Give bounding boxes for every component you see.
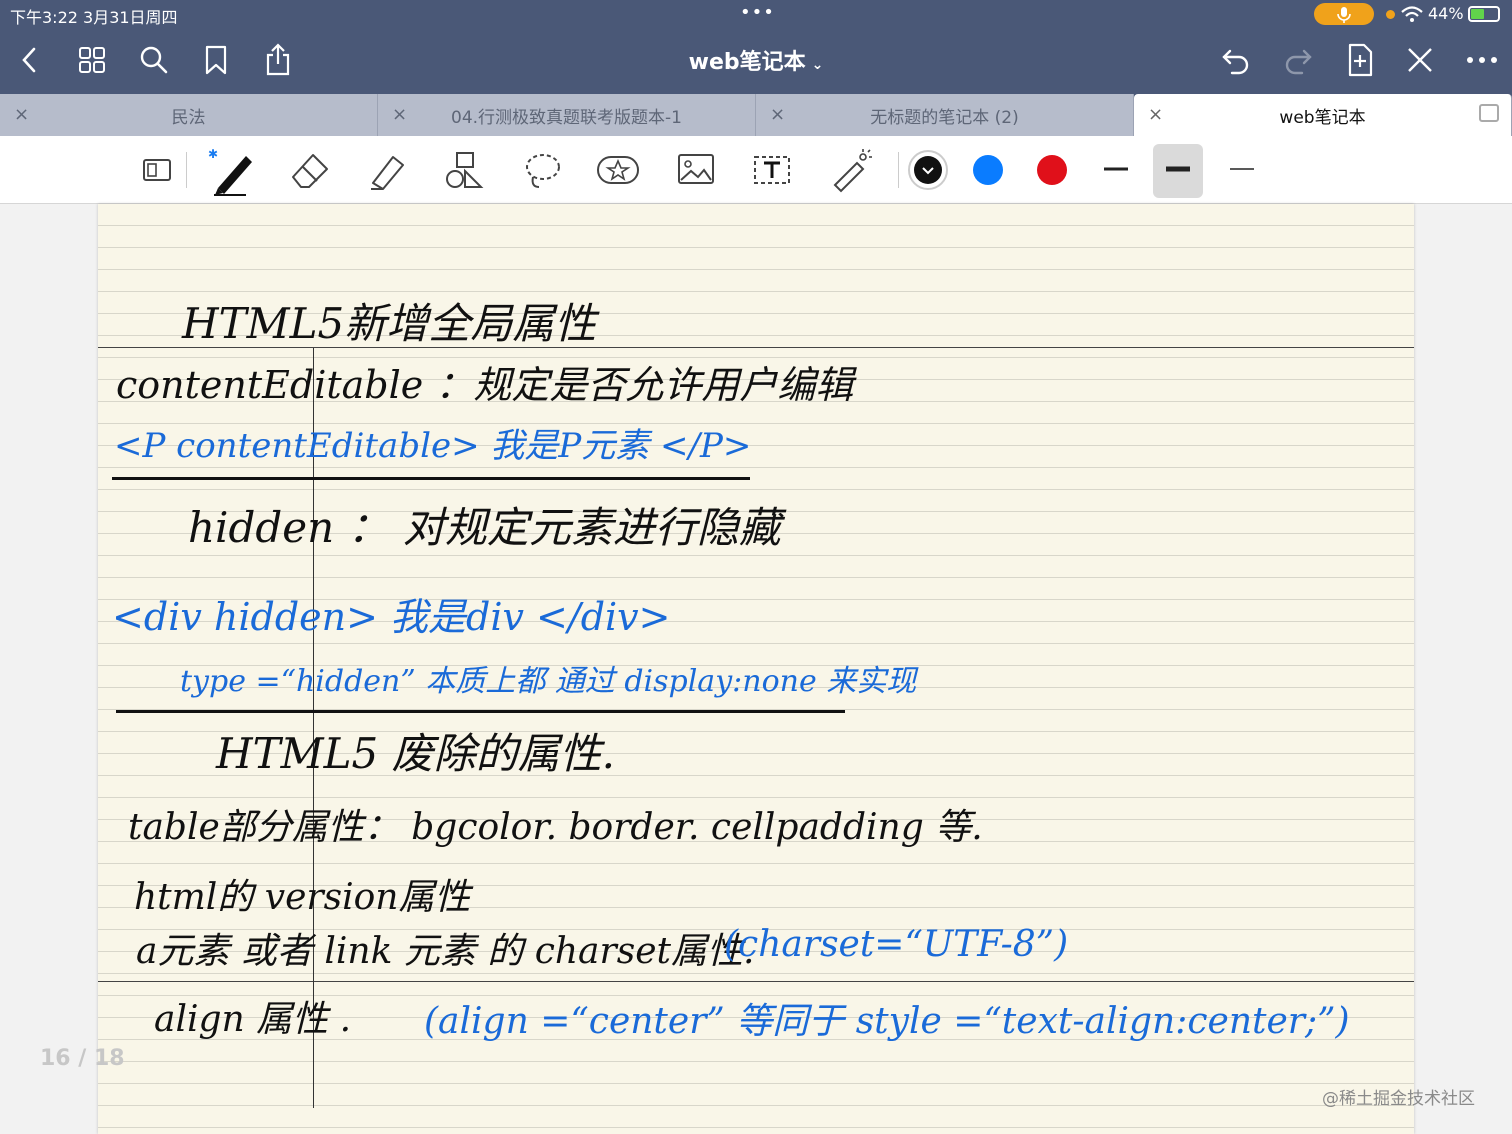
lasso-icon (526, 154, 560, 188)
note-line: hidden ： 对规定元素进行隐藏 (188, 503, 781, 552)
tab-civil-law[interactable]: × 民法 (0, 94, 378, 136)
image-icon (678, 154, 714, 184)
note-line: html的 version属性 (134, 877, 471, 918)
note-line: (align =“center” 等同于 style =“text-align:… (424, 1001, 1350, 1042)
stroke-medium-icon (1104, 167, 1128, 171)
svg-text:✱: ✱ (208, 147, 218, 161)
page-indicator: 16 / 18 (40, 1046, 125, 1071)
tab-label: 无标题的笔记本 (2) (870, 107, 1019, 128)
redo-icon (1285, 49, 1312, 75)
undo-icon (1222, 49, 1249, 75)
sticker-tool[interactable] (594, 146, 642, 194)
color-swatch-black (914, 156, 942, 184)
pen-cross-icon (1408, 48, 1432, 72)
tab-label: web笔记本 (1279, 107, 1366, 128)
microphone-icon (1337, 7, 1351, 23)
lasso-tool[interactable] (518, 146, 566, 194)
close-icon[interactable]: × (770, 104, 785, 125)
notebook-title-text: web笔记本 (688, 50, 806, 75)
battery-icon (1468, 6, 1500, 22)
note-line: <div hidden> 我是div </div> (112, 595, 671, 639)
close-icon[interactable]: × (14, 104, 29, 125)
tab-bar: × 民法 × 04.行测极致真题联考版题本-1 × 无标题的笔记本 (2) × … (0, 90, 1512, 136)
text-box-icon (754, 156, 790, 184)
toolbar-divider (898, 152, 899, 188)
color-red[interactable] (1037, 155, 1067, 185)
more-button[interactable] (1460, 38, 1504, 82)
highlighter-tool[interactable] (364, 146, 412, 194)
color-black-selected[interactable] (908, 150, 948, 190)
battery-percent: 44% (1428, 4, 1464, 23)
highlighter-icon (371, 156, 404, 190)
pen-settings-button[interactable] (1398, 38, 1442, 82)
undo-button[interactable] (1214, 38, 1258, 82)
page-layout-button[interactable] (132, 146, 180, 194)
image-tool[interactable] (672, 146, 720, 194)
sticker-icon (597, 156, 639, 184)
note-line: type =“hidden” 本质上都 通过 display:none 来实现 (180, 664, 917, 699)
tab-label: 04.行测极致真题联考版题本-1 (451, 107, 682, 128)
watermark: @稀土掘金技术社区 (1322, 1089, 1475, 1109)
heading-html5-global-attrs: HTML5新增全局属性 (182, 299, 597, 348)
ink-divider (112, 477, 750, 480)
stroke-thick-icon (1166, 166, 1190, 172)
toolbar-divider (186, 152, 187, 188)
status-time: 下午3:22 3月31日周四 (10, 8, 178, 27)
tab-untitled-notebook[interactable]: × 无标题的笔记本 (2) (756, 94, 1134, 136)
add-page-button[interactable] (1338, 38, 1382, 82)
laser-pointer-tool[interactable] (826, 146, 874, 194)
close-icon[interactable]: × (392, 104, 407, 125)
nav-bar: web笔记本 ⌄ (0, 30, 1512, 90)
shapes-icon (446, 152, 484, 188)
laser-pointer-icon (833, 149, 872, 193)
status-bar: 下午3:22 3月31日周四 ••• 44% (0, 0, 1512, 30)
multitask-dots[interactable]: ••• (740, 2, 775, 23)
recording-dot (1386, 10, 1395, 19)
split-view-icon[interactable] (1479, 104, 1499, 122)
tab-exam-book[interactable]: × 04.行测极致真题联考版题本-1 (378, 94, 756, 136)
pen-icon: ✱ (208, 147, 252, 196)
color-blue[interactable] (973, 155, 1003, 185)
note-line: (charset=“UTF-8”) (724, 924, 1069, 965)
chevron-down-icon: ⌄ (811, 57, 824, 73)
drawing-toolbar: ✱ (0, 136, 1512, 204)
ink-divider (116, 710, 845, 713)
note-line: align 属性 . (154, 999, 352, 1040)
note-page[interactable]: HTML5新增全局属性 contentEditable ：规定是否允许用户编辑 … (98, 204, 1414, 1134)
microphone-indicator (1314, 3, 1374, 25)
close-icon[interactable]: × (1148, 104, 1163, 125)
shape-tool[interactable] (440, 146, 488, 194)
more-icon (1467, 57, 1497, 63)
stroke-thin-icon (1230, 168, 1254, 170)
note-line: contentEditable ：规定是否允许用户编辑 (116, 363, 854, 407)
stroke-thick-button[interactable] (1153, 144, 1203, 198)
note-line: table部分属性： bgcolor. border. cellpadding … (128, 807, 983, 848)
wifi-icon (1400, 3, 1424, 29)
text-tool[interactable] (748, 146, 796, 194)
note-line: <P contentEditable> 我是P元素 </P> (114, 426, 752, 466)
pen-tool[interactable]: ✱ (206, 146, 254, 196)
eraser-icon (292, 154, 328, 188)
redo-button[interactable] (1276, 38, 1320, 82)
ruled-line (98, 981, 1414, 982)
note-line: a元素 或者 link 元素 的 charset属性. (136, 931, 755, 972)
add-page-icon (1348, 43, 1373, 77)
tab-label: 民法 (171, 107, 206, 128)
layout-icon (143, 159, 171, 181)
heading-html5-deprecated-attrs: HTML5 废除的属性. (216, 729, 615, 778)
eraser-tool[interactable] (286, 146, 334, 194)
tab-web-notebook[interactable]: × web笔记本 (1134, 94, 1512, 136)
